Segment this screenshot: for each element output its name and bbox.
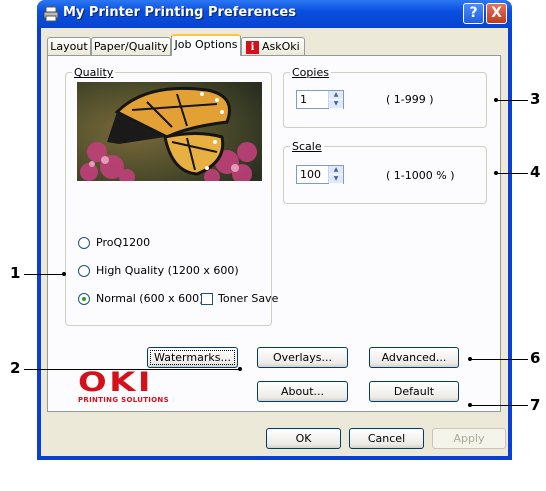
callout-7-line — [470, 405, 528, 406]
watermarks-button[interactable]: Watermarks... — [147, 347, 238, 368]
job-options-panel: Quality ProQ1200 High Quality (1200 x 60… — [47, 55, 501, 412]
scale-group-label: Scale — [290, 140, 324, 153]
callout-3: 3 — [530, 90, 541, 108]
tab-layout[interactable]: Layout — [47, 37, 91, 55]
about-button[interactable]: About... — [257, 381, 348, 402]
callout-2: 2 — [10, 359, 21, 377]
callout-3-dot — [494, 98, 498, 102]
callout-1: 1 — [10, 264, 21, 282]
quality-high-radio[interactable] — [78, 265, 90, 277]
copies-group-label: Copies — [290, 66, 331, 79]
callout-6-dot — [468, 357, 472, 361]
apply-button[interactable]: Apply — [432, 428, 506, 449]
spin-down-icon[interactable]: ▼ — [329, 175, 343, 184]
copies-value: 1 — [300, 93, 307, 106]
tab-askoki-label: AskOki — [262, 40, 300, 53]
spin-up-icon[interactable]: ▲ — [329, 91, 343, 100]
callout-6: 6 — [530, 349, 541, 367]
callout-4: 4 — [530, 163, 541, 181]
printer-icon — [43, 6, 59, 22]
quality-proq1200-radio[interactable] — [78, 237, 90, 249]
tab-job-options[interactable]: Job Options — [171, 34, 241, 56]
overlays-button[interactable]: Overlays... — [257, 347, 348, 368]
title-bar[interactable]: My Printer Printing Preferences ? X — [37, 0, 512, 28]
callout-1-dot — [62, 272, 66, 276]
callout-2-dot — [238, 367, 242, 371]
callout-4-dot — [494, 171, 498, 175]
callout-2-line — [24, 369, 240, 370]
scale-value: 100 — [300, 168, 321, 181]
scale-spinner[interactable]: ▲ ▼ — [328, 166, 343, 184]
quality-proq1200-label[interactable]: ProQ1200 — [96, 236, 150, 249]
tab-paper-quality[interactable]: Paper/Quality — [91, 37, 171, 55]
spin-down-icon[interactable]: ▼ — [329, 100, 343, 109]
copies-range: ( 1-999 ) — [386, 93, 434, 106]
callout-4-line — [496, 173, 528, 174]
butterfly-preview-image — [77, 82, 262, 181]
quality-group: Quality ProQ1200 High Quality (1200 x 60… — [65, 66, 278, 326]
copies-group: Copies 1 ▲ ▼ ( 1-999 ) — [283, 66, 487, 128]
close-button[interactable]: X — [486, 3, 507, 24]
quality-normal-radio[interactable] — [78, 293, 90, 305]
scale-range: ( 1-1000 % ) — [386, 169, 455, 182]
toner-save-checkbox[interactable] — [201, 293, 213, 305]
tab-askoki[interactable]: i AskOki — [241, 37, 305, 55]
info-icon: i — [246, 40, 259, 54]
dialog-window: My Printer Printing Preferences ? X Layo… — [37, 0, 512, 460]
dialog-client-area: Layout Paper/Quality Job Options i AskOki… — [41, 28, 508, 456]
spin-up-icon[interactable]: ▲ — [329, 166, 343, 175]
help-button[interactable]: ? — [463, 3, 484, 24]
copies-spinner[interactable]: ▲ ▼ — [328, 91, 343, 109]
cancel-button[interactable]: Cancel — [349, 428, 424, 449]
callout-6-line — [470, 359, 528, 360]
callout-7: 7 — [530, 396, 541, 414]
quality-group-label: Quality — [72, 66, 116, 79]
callout-7-dot — [468, 403, 472, 407]
quality-normal-label[interactable]: Normal (600 x 600) — [96, 292, 203, 305]
window-title: My Printer Printing Preferences — [63, 5, 296, 20]
oki-logo: OKI PRINTING SOLUTIONS — [78, 369, 169, 404]
copies-input[interactable]: 1 ▲ ▼ — [296, 90, 344, 109]
toner-save-label[interactable]: Toner Save — [218, 292, 278, 305]
callout-1-line — [24, 274, 64, 275]
quality-high-label[interactable]: High Quality (1200 x 600) — [96, 264, 239, 277]
callout-3-line — [496, 100, 528, 101]
ok-button[interactable]: OK — [266, 428, 341, 449]
default-button[interactable]: Default — [369, 381, 459, 402]
advanced-button[interactable]: Advanced... — [369, 347, 459, 368]
oki-logo-text: OKI — [78, 367, 153, 398]
scale-group: Scale 100 ▲ ▼ ( 1-1000 % ) — [283, 140, 487, 204]
scale-input[interactable]: 100 ▲ ▼ — [296, 165, 344, 184]
